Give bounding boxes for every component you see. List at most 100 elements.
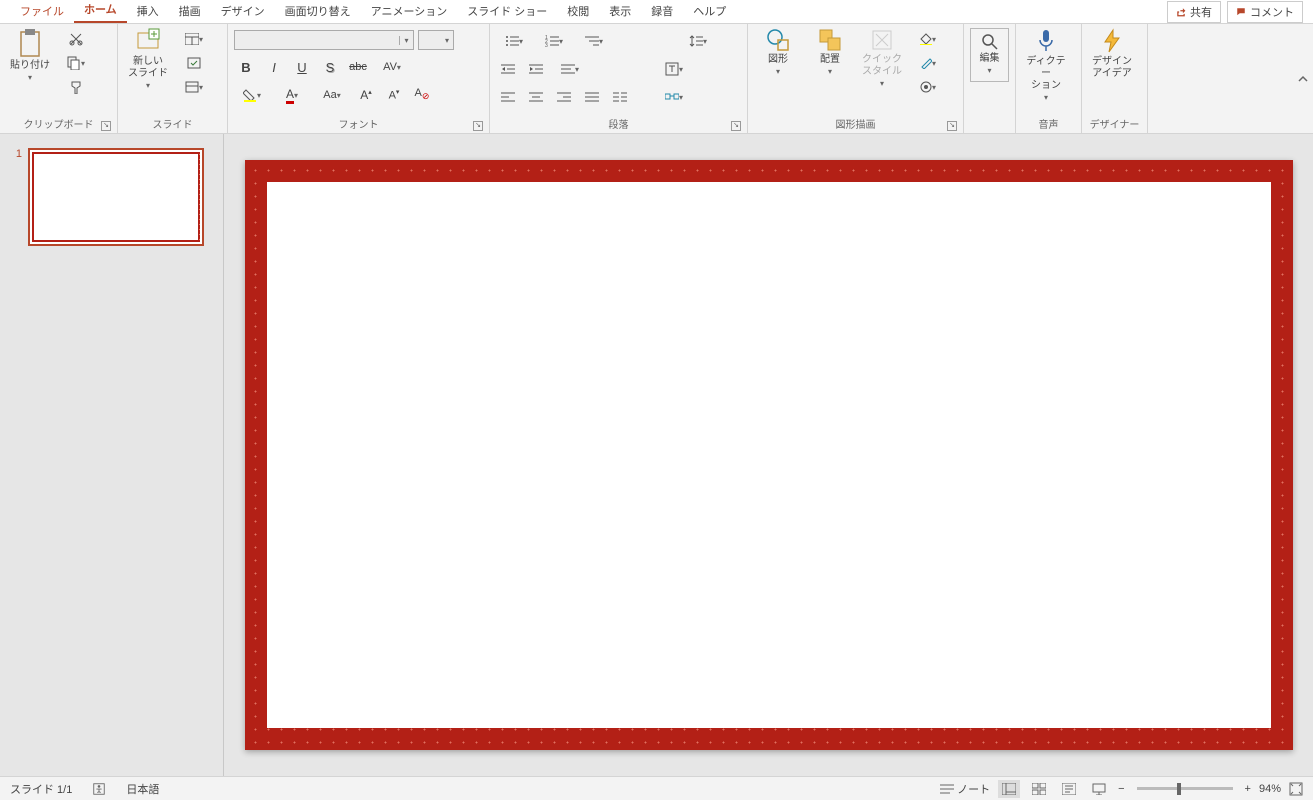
grow-font-button[interactable]: A▴ bbox=[354, 84, 378, 106]
change-case-button[interactable]: Aa▾ bbox=[314, 84, 350, 106]
slide-content[interactable] bbox=[267, 182, 1271, 728]
fit-window-button[interactable] bbox=[1289, 782, 1303, 796]
text-direction-button[interactable]: ▾ bbox=[656, 58, 692, 80]
indent-levels-button[interactable]: ▾ bbox=[576, 30, 612, 52]
italic-button[interactable]: I bbox=[262, 56, 286, 78]
section-button[interactable]: ▾ bbox=[176, 76, 212, 98]
quickstyle-label: クイック スタイル bbox=[862, 54, 902, 78]
share-button[interactable]: 共有 bbox=[1167, 1, 1221, 23]
clipboard-launcher[interactable]: ↘ bbox=[101, 121, 111, 131]
align-right-icon bbox=[557, 91, 571, 103]
numbering-button[interactable]: 123▾ bbox=[536, 30, 572, 52]
view-normal-button[interactable] bbox=[998, 780, 1020, 798]
shape-outline-button[interactable]: ▾ bbox=[910, 52, 946, 74]
columns-button[interactable] bbox=[608, 86, 632, 108]
quickstyle-button[interactable]: クイック スタイル▾ bbox=[858, 28, 906, 90]
smartart-icon bbox=[665, 91, 679, 103]
shrink-font-button[interactable]: A▾ bbox=[382, 84, 406, 106]
align-left-button[interactable] bbox=[496, 86, 520, 108]
shapes-button[interactable]: 図形▾ bbox=[754, 28, 802, 78]
zoom-out-button[interactable]: − bbox=[1118, 783, 1124, 795]
find-button[interactable]: 編集▾ bbox=[970, 28, 1009, 82]
clear-format-button[interactable]: A⊘ bbox=[410, 84, 434, 106]
case-icon: Aa bbox=[323, 89, 336, 101]
slide[interactable] bbox=[245, 160, 1293, 750]
zoom-in-button[interactable]: + bbox=[1245, 783, 1251, 795]
paste-button[interactable]: 貼り付け ▾ bbox=[6, 28, 54, 84]
justify-button[interactable] bbox=[580, 86, 604, 108]
slide-canvas-area[interactable] bbox=[224, 134, 1313, 776]
highlight-button[interactable]: ▾ bbox=[234, 84, 270, 106]
group-paragraph: ▾ 123▾ ▾ ▾ ▾ ▾ ▾ 段 bbox=[490, 24, 748, 133]
tab-file[interactable]: ファイル bbox=[10, 0, 74, 23]
convert-smartart-button[interactable]: ▾ bbox=[656, 86, 692, 108]
status-slide-count[interactable]: スライド 1/1 bbox=[10, 781, 72, 797]
shape-fill-button[interactable]: ▾ bbox=[910, 28, 946, 50]
strike-button[interactable]: abc bbox=[346, 56, 370, 78]
zoom-value[interactable]: 94% bbox=[1259, 783, 1281, 795]
tab-record[interactable]: 録音 bbox=[641, 0, 683, 23]
thumbnail-panel[interactable]: 1 bbox=[0, 134, 224, 776]
font-launcher[interactable]: ↘ bbox=[473, 121, 483, 131]
dictate-button[interactable]: ディクテー ション▾ bbox=[1022, 28, 1070, 104]
line-spacing-button[interactable]: ▾ bbox=[680, 30, 716, 52]
font-size-input[interactable]: ▾ bbox=[418, 30, 454, 50]
ribbon: 貼り付け ▾ ▾ クリップボード↘ 新しい スライド ▾ ▾ ▾ ス bbox=[0, 24, 1313, 134]
tab-home[interactable]: ホーム bbox=[74, 0, 127, 23]
tab-view[interactable]: 表示 bbox=[599, 0, 641, 23]
tab-design[interactable]: デザイン bbox=[211, 0, 275, 23]
cut-icon bbox=[69, 32, 83, 46]
bullets-button[interactable]: ▾ bbox=[496, 30, 532, 52]
bullets-icon bbox=[505, 35, 519, 47]
drawing-launcher[interactable]: ↘ bbox=[947, 121, 957, 131]
svg-text:3: 3 bbox=[545, 43, 548, 47]
view-sorter-button[interactable] bbox=[1028, 780, 1050, 798]
cut-button[interactable] bbox=[64, 28, 88, 50]
zoom-slider[interactable] bbox=[1137, 787, 1233, 790]
view-slideshow-button[interactable] bbox=[1088, 780, 1110, 798]
status-language[interactable]: 日本語 bbox=[126, 781, 159, 797]
bold-button[interactable]: B bbox=[234, 56, 258, 78]
tab-transition[interactable]: 画面切り替え bbox=[275, 0, 361, 23]
group-clipboard-label: クリップボード bbox=[24, 120, 94, 131]
comment-button[interactable]: コメント bbox=[1227, 1, 1303, 23]
design-ideas-button[interactable]: デザイン アイデア bbox=[1088, 28, 1136, 80]
copy-button[interactable]: ▾ bbox=[58, 52, 94, 74]
new-slide-button[interactable]: 新しい スライド ▾ bbox=[124, 28, 172, 92]
tab-draw[interactable]: 描画 bbox=[169, 0, 211, 23]
increase-indent-button[interactable] bbox=[524, 58, 548, 80]
view-reading-button[interactable] bbox=[1058, 780, 1080, 798]
group-drawing: 図形▾ 配置▾ クイック スタイル▾ ▾ ▾ ▾ 図形描画↘ bbox=[748, 24, 964, 133]
decrease-indent-button[interactable] bbox=[496, 58, 520, 80]
tab-insert[interactable]: 挿入 bbox=[127, 0, 169, 23]
reset-button[interactable] bbox=[182, 52, 206, 74]
tab-animation[interactable]: アニメーション bbox=[361, 0, 458, 23]
collapse-ribbon-button[interactable] bbox=[1293, 24, 1313, 133]
align-text-button[interactable]: ▾ bbox=[552, 58, 588, 80]
thumbnail-slide-1[interactable] bbox=[28, 148, 204, 246]
paragraph-launcher[interactable]: ↘ bbox=[731, 121, 741, 131]
format-painter-button[interactable] bbox=[64, 76, 88, 98]
accessibility-icon[interactable] bbox=[92, 782, 106, 796]
group-slides: 新しい スライド ▾ ▾ ▾ スライド bbox=[118, 24, 228, 133]
zoom-slider-thumb[interactable] bbox=[1177, 783, 1181, 795]
italic-icon: I bbox=[272, 60, 276, 75]
underline-button[interactable]: U bbox=[290, 56, 314, 78]
layout-button[interactable]: ▾ bbox=[176, 28, 212, 50]
tab-slideshow[interactable]: スライド ショー bbox=[457, 0, 557, 23]
shrink-icon: A▾ bbox=[389, 88, 400, 102]
bold-icon: B bbox=[241, 60, 250, 75]
font-name-input[interactable]: ▾ bbox=[234, 30, 414, 50]
group-slides-label: スライド bbox=[124, 116, 221, 133]
thumbnail-item[interactable]: 1 bbox=[10, 148, 213, 246]
shape-effects-button[interactable]: ▾ bbox=[910, 76, 946, 98]
shadow-button[interactable]: S bbox=[318, 56, 342, 78]
spacing-button[interactable]: AV▾ bbox=[374, 56, 410, 78]
font-color-button[interactable]: A▾ bbox=[274, 84, 310, 106]
align-center-button[interactable] bbox=[524, 86, 548, 108]
tab-help[interactable]: ヘルプ bbox=[683, 0, 736, 23]
tab-review[interactable]: 校閲 bbox=[557, 0, 599, 23]
notes-toggle-button[interactable]: ノート bbox=[940, 781, 990, 797]
align-right-button[interactable] bbox=[552, 86, 576, 108]
arrange-button[interactable]: 配置▾ bbox=[806, 28, 854, 78]
